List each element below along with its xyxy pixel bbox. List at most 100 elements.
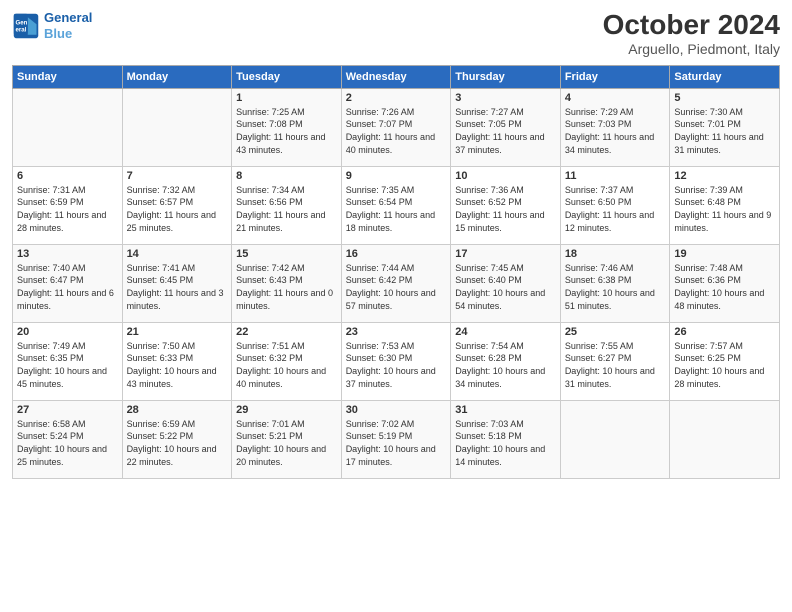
cell-info: Sunrise: 7:29 AMSunset: 7:03 PMDaylight:… [565,106,666,156]
calendar-cell: 16Sunrise: 7:44 AMSunset: 6:42 PMDayligh… [341,244,451,322]
cell-info: Sunrise: 7:30 AMSunset: 7:01 PMDaylight:… [674,106,775,156]
cell-info: Sunrise: 7:37 AMSunset: 6:50 PMDaylight:… [565,184,666,234]
day-number: 6 [17,170,118,182]
day-number: 4 [565,92,666,104]
calendar-cell: 31 Sunrise: 7:03 AMSunset: 5:18 PMDayligh… [451,400,561,478]
day-number: 16 [346,248,447,260]
day-number: 30 [346,404,447,416]
calendar-cell: 25Sunrise: 7:55 AMSunset: 6:27 PMDayligh… [560,322,670,400]
calendar-table: SundayMondayTuesdayWednesdayThursdayFrid… [12,65,780,479]
calendar-cell: 30 Sunrise: 7:02 AMSunset: 5:19 PMDayligh… [341,400,451,478]
calendar-cell: 29 Sunrise: 7:01 AMSunset: 5:21 PMDayligh… [232,400,342,478]
cell-info: Sunrise: 7:36 AMSunset: 6:52 PMDaylight:… [455,184,556,234]
location-title: Arguello, Piedmont, Italy [603,41,780,57]
calendar-cell: 22 Sunrise: 7:51 AMSunset: 6:32 PMDayligh… [232,322,342,400]
calendar-week-2: 6 Sunrise: 7:31 AMSunset: 6:59 PMDaylight… [13,166,780,244]
calendar-cell: 12 Sunrise: 7:39 AMSunset: 6:48 PMDayligh… [670,166,780,244]
calendar-cell: 24 Sunrise: 7:54 AMSunset: 6:28 PMDayligh… [451,322,561,400]
cell-info: Sunrise: 7:39 AMSunset: 6:48 PMDaylight:… [674,184,775,234]
cell-info: Sunrise: 7:27 AMSunset: 7:05 PMDaylight:… [455,106,556,156]
cell-info: Sunrise: 7:03 AMSunset: 5:18 PMDaylight:… [455,418,556,468]
day-number: 14 [127,248,228,260]
cell-info: Sunrise: 7:42 AMSunset: 6:43 PMDaylight:… [236,262,337,312]
cell-info: Sunrise: 7:40 AMSunset: 6:47 PMDaylight:… [17,262,118,312]
cell-info: Sunrise: 7:50 AMSunset: 6:33 PMDaylight:… [127,340,228,390]
calendar-cell [560,400,670,478]
calendar-header-row: SundayMondayTuesdayWednesdayThursdayFrid… [13,65,780,88]
calendar-week-3: 13 Sunrise: 7:40 AMSunset: 6:47 PMDayligh… [13,244,780,322]
cell-info: Sunrise: 7:26 AMSunset: 7:07 PMDaylight:… [346,106,447,156]
calendar-week-5: 27Sunrise: 6:58 AMSunset: 5:24 PMDayligh… [13,400,780,478]
calendar-cell: 23 Sunrise: 7:53 AMSunset: 6:30 PMDayligh… [341,322,451,400]
day-number: 24 [455,326,556,338]
day-number: 15 [236,248,337,260]
cell-info: Sunrise: 7:57 AMSunset: 6:25 PMDaylight:… [674,340,775,390]
day-number: 12 [674,170,775,182]
day-number: 25 [565,326,666,338]
calendar-cell: 1Sunrise: 7:25 AMSunset: 7:08 PMDaylight… [232,88,342,166]
logo-text: General Blue [44,10,92,41]
day-number: 20 [17,326,118,338]
calendar-cell: 26 Sunrise: 7:57 AMSunset: 6:25 PMDayligh… [670,322,780,400]
day-number: 23 [346,326,447,338]
page-container: Gen eral General Blue October 2024 Argue… [0,0,792,487]
col-header-friday: Friday [560,65,670,88]
col-header-sunday: Sunday [13,65,123,88]
cell-info: Sunrise: 7:51 AMSunset: 6:32 PMDaylight:… [236,340,337,390]
calendar-cell [670,400,780,478]
calendar-cell: 6 Sunrise: 7:31 AMSunset: 6:59 PMDaylight… [13,166,123,244]
calendar-week-4: 20Sunrise: 7:49 AMSunset: 6:35 PMDayligh… [13,322,780,400]
cell-info: Sunrise: 7:01 AMSunset: 5:21 PMDaylight:… [236,418,337,468]
day-number: 13 [17,248,118,260]
title-block: October 2024 Arguello, Piedmont, Italy [603,10,780,57]
calendar-cell: 7 Sunrise: 7:32 AMSunset: 6:57 PMDaylight… [122,166,232,244]
calendar-cell: 3 Sunrise: 7:27 AMSunset: 7:05 PMDaylight… [451,88,561,166]
col-header-tuesday: Tuesday [232,65,342,88]
cell-info: Sunrise: 6:58 AMSunset: 5:24 PMDaylight:… [17,418,118,468]
cell-info: Sunrise: 7:35 AMSunset: 6:54 PMDaylight:… [346,184,447,234]
cell-info: Sunrise: 7:25 AMSunset: 7:08 PMDaylight:… [236,106,337,156]
cell-info: Sunrise: 7:31 AMSunset: 6:59 PMDaylight:… [17,184,118,234]
day-number: 21 [127,326,228,338]
calendar-cell: 5 Sunrise: 7:30 AMSunset: 7:01 PMDaylight… [670,88,780,166]
cell-info: Sunrise: 7:41 AMSunset: 6:45 PMDaylight:… [127,262,228,312]
calendar-cell: 14 Sunrise: 7:41 AMSunset: 6:45 PMDayligh… [122,244,232,322]
cell-info: Sunrise: 7:32 AMSunset: 6:57 PMDaylight:… [127,184,228,234]
day-number: 5 [674,92,775,104]
cell-info: Sunrise: 7:02 AMSunset: 5:19 PMDaylight:… [346,418,447,468]
header: Gen eral General Blue October 2024 Argue… [12,10,780,57]
cell-info: Sunrise: 7:45 AMSunset: 6:40 PMDaylight:… [455,262,556,312]
month-title: October 2024 [603,10,780,41]
calendar-cell: 11 Sunrise: 7:37 AMSunset: 6:50 PMDayligh… [560,166,670,244]
day-number: 18 [565,248,666,260]
calendar-cell: 20Sunrise: 7:49 AMSunset: 6:35 PMDayligh… [13,322,123,400]
day-number: 11 [565,170,666,182]
calendar-cell: 10Sunrise: 7:36 AMSunset: 6:52 PMDayligh… [451,166,561,244]
day-number: 29 [236,404,337,416]
day-number: 8 [236,170,337,182]
calendar-cell: 19Sunrise: 7:48 AMSunset: 6:36 PMDayligh… [670,244,780,322]
calendar-cell: 4 Sunrise: 7:29 AMSunset: 7:03 PMDaylight… [560,88,670,166]
cell-info: Sunrise: 7:34 AMSunset: 6:56 PMDaylight:… [236,184,337,234]
logo-icon: Gen eral [12,12,40,40]
calendar-cell: 28Sunrise: 6:59 AMSunset: 5:22 PMDayligh… [122,400,232,478]
calendar-cell: 15 Sunrise: 7:42 AMSunset: 6:43 PMDayligh… [232,244,342,322]
calendar-cell: 18Sunrise: 7:46 AMSunset: 6:38 PMDayligh… [560,244,670,322]
cell-info: Sunrise: 7:54 AMSunset: 6:28 PMDaylight:… [455,340,556,390]
day-number: 22 [236,326,337,338]
cell-info: Sunrise: 7:53 AMSunset: 6:30 PMDaylight:… [346,340,447,390]
day-number: 17 [455,248,556,260]
col-header-wednesday: Wednesday [341,65,451,88]
day-number: 31 [455,404,556,416]
col-header-thursday: Thursday [451,65,561,88]
day-number: 7 [127,170,228,182]
day-number: 26 [674,326,775,338]
col-header-monday: Monday [122,65,232,88]
logo: Gen eral General Blue [12,10,92,41]
calendar-cell: 2Sunrise: 7:26 AMSunset: 7:07 PMDaylight… [341,88,451,166]
calendar-cell: 13 Sunrise: 7:40 AMSunset: 6:47 PMDayligh… [13,244,123,322]
cell-info: Sunrise: 7:48 AMSunset: 6:36 PMDaylight:… [674,262,775,312]
calendar-cell: 9Sunrise: 7:35 AMSunset: 6:54 PMDaylight… [341,166,451,244]
calendar-week-1: 1Sunrise: 7:25 AMSunset: 7:08 PMDaylight… [13,88,780,166]
day-number: 3 [455,92,556,104]
